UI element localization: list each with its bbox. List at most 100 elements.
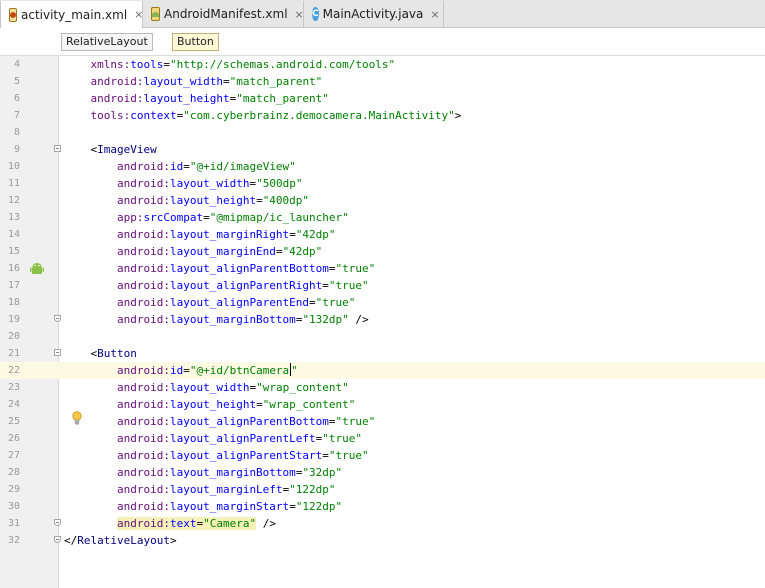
code-line[interactable]: 7 tools:context="com.cyberbrainz.democam…: [0, 107, 765, 124]
fold-toggle-icon[interactable]: [54, 145, 61, 152]
code-line[interactable]: 12 android:layout_height="400dp": [0, 192, 765, 209]
code-token: layout_alignParentStart: [169, 449, 323, 462]
code-token: RelativeLayout: [77, 534, 170, 547]
code-token: "com.cyberbrainz.democamera.MainActivity…: [183, 109, 455, 122]
code-text: android:layout_marginLeft="122dp": [64, 481, 336, 498]
code-line[interactable]: 13 app:srcCompat="@mipmap/ic_launcher": [0, 209, 765, 226]
code-token: "match_parent": [236, 92, 329, 105]
code-line[interactable]: 25 android:layout_alignParentBottom="tru…: [0, 413, 765, 430]
code-line[interactable]: 23 android:layout_width="wrap_content": [0, 379, 765, 396]
code-line[interactable]: 21 <Button: [0, 345, 765, 362]
code-token: layout_height: [169, 398, 257, 411]
code-line[interactable]: 31 android:text="Camera" />: [0, 515, 765, 532]
tab-label: MainActivity.java: [322, 7, 424, 21]
code-line[interactable]: 5 android:layout_width="match_parent": [0, 73, 765, 90]
code-line[interactable]: 8: [0, 124, 765, 141]
line-number: 19: [7, 314, 20, 325]
code-token: "122dp": [295, 500, 343, 513]
code-line[interactable]: 20: [0, 328, 765, 345]
fold-toggle-icon[interactable]: [54, 536, 61, 543]
code-line[interactable]: 19 android:layout_marginBottom="132dp" /…: [0, 311, 765, 328]
code-line[interactable]: 24 android:layout_height="wrap_content": [0, 396, 765, 413]
line-number: 28: [7, 467, 20, 478]
code-token: "400dp": [262, 194, 310, 207]
code-token: "http://schemas.android.com/tools": [169, 58, 396, 71]
code-token: layout_marginLeft: [169, 483, 283, 496]
code-line[interactable]: 30 android:layout_marginStart="122dp": [0, 498, 765, 515]
code-line[interactable]: 32 </RelativeLayout>: [0, 532, 765, 549]
tab-activity-main-xml[interactable]: activity_main.xml ×: [0, 1, 143, 28]
line-number: 25: [7, 416, 20, 427]
code-token: />: [348, 313, 369, 326]
code-token: layout_height: [169, 194, 257, 207]
line-number: 7: [13, 110, 20, 121]
line-number: 31: [7, 518, 20, 529]
code-token: =: [289, 500, 296, 513]
code-text: </RelativeLayout>: [64, 532, 177, 549]
close-icon[interactable]: ×: [134, 8, 143, 21]
code-text: android:layout_width="match_parent": [64, 73, 322, 90]
breadcrumb: RelativeLayout Button: [0, 28, 765, 56]
code-token: =: [275, 245, 283, 258]
code-line[interactable]: 18 android:layout_alignParentEnd="true": [0, 294, 765, 311]
code-token: layout_height: [143, 92, 230, 105]
code-line[interactable]: 26 android:layout_alignParentLeft="true": [0, 430, 765, 447]
code-token: android:: [64, 381, 170, 394]
code-token: />: [256, 517, 276, 530]
code-token: =: [289, 228, 296, 241]
fold-toggle-icon[interactable]: [54, 519, 61, 526]
code-token: android:: [64, 483, 170, 496]
tab-main-activity-java[interactable]: C MainActivity.java ×: [304, 1, 444, 27]
line-number: 21: [7, 348, 20, 359]
code-token: =: [183, 160, 190, 173]
line-number: 14: [7, 229, 20, 240]
code-token: "true": [335, 415, 376, 428]
code-token: layout_marginEnd: [169, 245, 276, 258]
code-line[interactable]: 17 android:layout_alignParentRight="true…: [0, 277, 765, 294]
code-line[interactable]: 11 android:layout_width="500dp": [0, 175, 765, 192]
close-icon[interactable]: ×: [295, 8, 304, 21]
fold-toggle-icon[interactable]: [54, 349, 61, 356]
code-text: xmlns:tools="http://schemas.android.com/…: [64, 56, 395, 73]
code-token: layout_marginStart: [169, 500, 290, 513]
code-text: android:text="Camera" />: [64, 515, 276, 532]
code-text: app:srcCompat="@mipmap/ic_launcher": [64, 209, 349, 226]
code-line[interactable]: 28 android:layout_marginBottom="32dp": [0, 464, 765, 481]
line-number: 6: [13, 93, 20, 104]
code-token: android:: [64, 364, 170, 377]
code-line[interactable]: 27 android:layout_alignParentStart="true…: [0, 447, 765, 464]
code-token: =: [256, 194, 263, 207]
close-icon[interactable]: ×: [430, 8, 439, 21]
code-line[interactable]: 10 android:id="@+id/imageView": [0, 158, 765, 175]
code-text: android:layout_alignParentEnd="true": [64, 294, 355, 311]
lightbulb-icon[interactable]: [72, 411, 82, 425]
line-number: 17: [7, 280, 20, 291]
code-line[interactable]: 29 android:layout_marginLeft="122dp": [0, 481, 765, 498]
code-token: android:: [64, 194, 170, 207]
code-line[interactable]: 4 xmlns:tools="http://schemas.android.co…: [0, 56, 765, 73]
code-line[interactable]: 16 android:layout_alignParentBottom="tru…: [0, 260, 765, 277]
code-line[interactable]: 9 <ImageView: [0, 141, 765, 158]
code-token: "wrap_content": [256, 381, 349, 394]
line-number: 5: [13, 76, 20, 87]
tab-android-manifest-xml[interactable]: AndroidManifest.xml ×: [143, 1, 304, 27]
code-token: android:: [64, 449, 170, 462]
code-token: layout_width: [169, 381, 250, 394]
android-icon[interactable]: [30, 262, 44, 276]
code-line[interactable]: 15 android:layout_marginEnd="42dp": [0, 243, 765, 260]
breadcrumb-relativelayout[interactable]: RelativeLayout: [61, 33, 153, 51]
code-editor[interactable]: 4 xmlns:tools="http://schemas.android.co…: [0, 56, 765, 588]
fold-toggle-icon[interactable]: [54, 315, 61, 322]
code-token: "@mipmap/ic_launcher": [209, 211, 349, 224]
code-line[interactable]: 22 android:id="@+id/btnCamera ": [0, 362, 765, 379]
breadcrumb-button[interactable]: Button: [172, 33, 219, 51]
line-number: 20: [7, 331, 20, 342]
code-line[interactable]: 14 android:layout_marginRight="42dp": [0, 226, 765, 243]
line-number: 11: [7, 178, 20, 189]
code-token: "500dp": [256, 177, 303, 190]
code-text: android:layout_width="wrap_content": [64, 379, 349, 396]
code-token: android:: [64, 466, 170, 479]
code-line[interactable]: 6 android:layout_height="match_parent": [0, 90, 765, 107]
code-token: android:: [64, 75, 144, 88]
